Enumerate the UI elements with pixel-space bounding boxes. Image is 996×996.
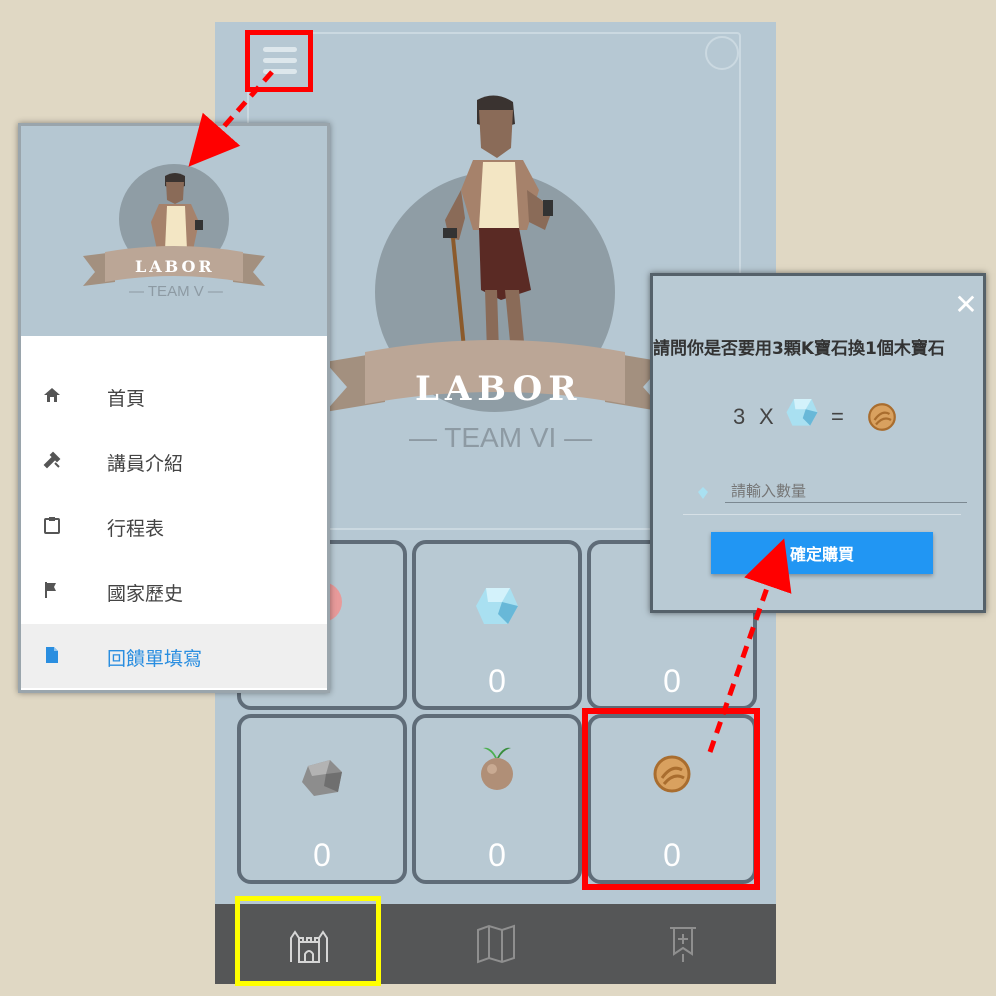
drawer-item-history[interactable]: 國家歷史 [21,559,327,623]
tools-icon [43,451,61,469]
inventory-count: 0 [488,837,506,873]
highlight-wood-slot [582,708,760,890]
quantity-input[interactable] [725,480,967,503]
inventory-count: 0 [313,837,331,873]
highlight-castle-tab [235,896,381,986]
labor-character-icon [443,95,553,358]
drawer-item-feedback[interactable]: 回饋單填寫 [21,624,327,688]
drawer-team-label: — TEAM V — [129,283,223,300]
clipboard-icon [44,517,60,534]
seed-icon [481,747,513,790]
blue-gem-icon [786,398,818,426]
drawer-header: LABOR — TEAM V — [21,126,327,336]
exchange-dialog: ✕ 請問你是否要用3顆K寶石換1個木寶石 3 X = 確定購買 [650,273,986,613]
home-icon [44,388,60,402]
confirm-purchase-button[interactable]: 確定購買 [711,532,933,574]
equation-quantity: 3 [733,404,746,429]
map-icon [476,924,515,964]
hamburger-icon [263,47,297,80]
drawer-item-label: 回饋單填寫 [107,648,203,670]
drawer-item-label: 國家歷史 [107,583,184,605]
drawer-item-home[interactable]: 首頁 [21,364,327,428]
nav-banner[interactable] [589,904,776,984]
equation-equals: = [831,404,844,429]
drawer-item-label: 講員介紹 [107,453,184,475]
inventory-count: 0 [663,663,681,699]
inventory-count: 0 [488,663,506,699]
inventory-slot[interactable]: 0 [412,714,582,884]
stone-icon [302,760,342,796]
inventory-slot[interactable]: 0 [237,714,407,884]
flag-icon [45,582,56,598]
drawer-ribbon-label: LABOR [135,257,215,276]
dialog-question: 請問你是否要用3顆K寶石換1個木寶石 [653,339,945,359]
blue-gem-icon [476,588,518,624]
drawer-item-schedule[interactable]: 行程表 [21,494,327,558]
drawer-item-speakers[interactable]: 講員介紹 [21,429,327,493]
small-gem-icon [698,487,708,499]
wood-gem-icon [868,403,896,431]
nav-map[interactable] [402,904,589,984]
dialog-divider [683,514,961,515]
close-icon[interactable]: ✕ [951,290,981,320]
equation-times: X [759,404,774,429]
hero-ribbon-label: LABOR [415,369,583,409]
inventory-slot[interactable]: 0 [412,540,582,710]
menu-button[interactable] [245,30,313,92]
hero-team-label: — TEAM VI — [409,422,593,453]
drawer-item-label: 行程表 [107,518,165,540]
frame-ornament [705,36,739,70]
side-drawer: LABOR — TEAM V — 首頁 講員介紹 行程表 國家歷史 回饋單填寫 [18,123,330,693]
document-icon [46,647,58,663]
drawer-item-label: 首頁 [107,388,146,410]
banner-icon [669,927,696,962]
